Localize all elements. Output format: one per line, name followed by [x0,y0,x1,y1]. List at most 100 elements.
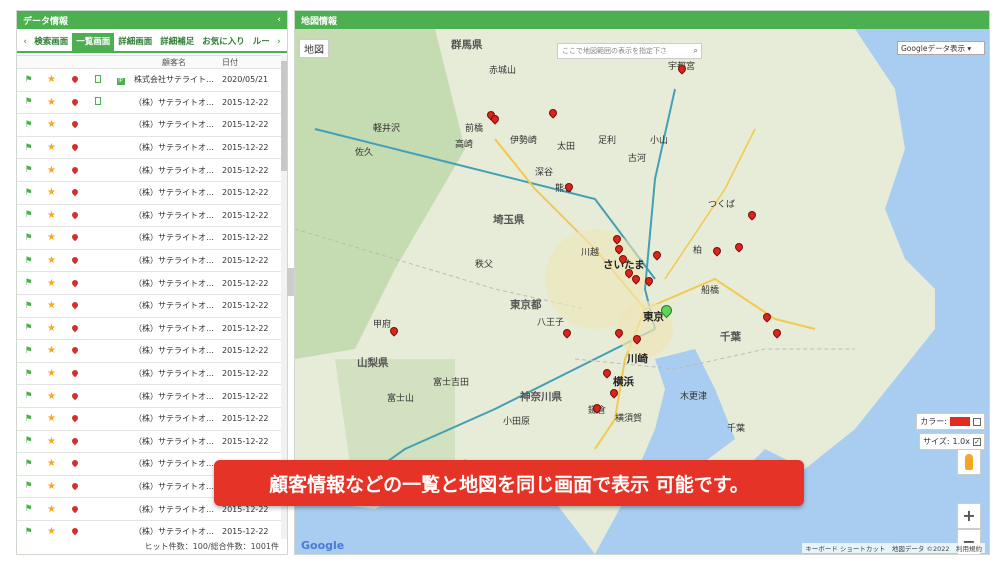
flag-icon[interactable]: ⚑ [24,481,32,491]
star-icon[interactable]: ★ [47,391,56,402]
map-pin-icon[interactable] [70,210,79,220]
map-pin-icon[interactable] [70,97,79,107]
star-icon[interactable]: ★ [47,436,56,447]
star-icon[interactable]: ★ [47,300,56,311]
flag-icon[interactable]: ⚑ [24,165,32,175]
map-pin-icon[interactable] [70,233,79,242]
flag-icon[interactable]: ⚑ [24,527,32,537]
tab-detail-supplement[interactable]: 詳細補足 [156,33,198,51]
flag-icon[interactable]: ⚑ [24,210,32,220]
star-icon[interactable]: ★ [47,413,56,424]
star-icon[interactable]: ★ [47,368,56,379]
table-row[interactable]: ⚑ ★ （株）サテライトオ… 2015-12-22 [17,408,281,431]
map-pin-icon[interactable] [70,436,79,446]
flag-icon[interactable]: ⚑ [24,188,32,198]
star-icon[interactable]: ★ [47,481,56,492]
map-search-input[interactable]: ここで地図範囲の表示を指定下さ ⌕ [557,43,702,59]
map-pin-icon[interactable] [70,300,79,310]
star-icon[interactable]: ★ [47,345,56,356]
flag-icon[interactable]: ⚑ [24,278,32,288]
panel-splitter[interactable] [287,268,294,296]
tab-favorites[interactable]: お気に入り [198,33,249,51]
flag-icon[interactable]: ⚑ [24,414,32,424]
table-row[interactable]: ⚑ ★ （株）サテライトオ… 2015-12-22 [17,137,281,160]
star-icon[interactable]: ★ [47,323,56,334]
size-checkbox[interactable]: ✓ [973,437,981,446]
star-icon[interactable]: ★ [47,142,56,153]
star-icon[interactable]: ★ [47,187,56,198]
map-type-button[interactable]: 地図 [299,39,329,58]
flag-icon[interactable]: ⚑ [24,369,32,379]
star-icon[interactable]: ★ [47,255,56,266]
flag-icon[interactable]: ⚑ [24,323,32,333]
size-select[interactable]: 1.0x [953,437,970,446]
map-pin-icon[interactable] [70,368,79,378]
map-pin-icon[interactable] [70,413,79,423]
table-row[interactable]: ⚑ ★ （株）サテライトオ… 2015-12-22 [17,295,281,318]
star-icon[interactable]: ★ [47,458,56,469]
zoom-in-button[interactable]: + [957,503,981,529]
flag-icon[interactable]: ⚑ [24,301,32,311]
map-pin-icon[interactable] [70,459,79,468]
table-row[interactable]: ⚑ ★ （株）サテライトオ… 2015-12-22 [17,318,281,341]
table-scrollbar-thumb[interactable] [281,61,287,171]
collapse-panel-icon[interactable]: ‹ [277,15,281,25]
table-row[interactable]: ⚑ ★ （株）サテライトオ… 2015-12-22 [17,182,281,205]
flag-icon[interactable]: ⚑ [24,459,32,469]
tab-route[interactable]: ルー [249,33,274,51]
tab-list[interactable]: 一覧画面 [72,33,115,51]
table-row[interactable]: ⚑ ★ （株）サテライトオ… 2015-12-22 [17,431,281,454]
flag-icon[interactable]: ⚑ [24,143,32,153]
column-header-customer[interactable]: 顧客名 [132,57,216,68]
data-display-select[interactable]: Googleデータ表示 ▾ [897,41,985,55]
map-pin-icon[interactable] [70,255,79,265]
table-row[interactable]: ⚑ ★ （株）サテライトオ… 2015-12-22 [17,272,281,295]
pin-color-swatch[interactable] [950,417,970,426]
map-pin-icon[interactable] [70,346,79,355]
star-icon[interactable]: ★ [47,504,56,515]
star-icon[interactable]: ★ [47,165,56,176]
map-pin-icon[interactable] [70,526,79,536]
table-row[interactable]: ⚑ ★ （株）サテライトオ… 2015-12-22 [17,159,281,182]
table-row[interactable]: ⚑ ★ IP 株式会社サテライト… 2020/05/21 [17,69,281,92]
star-icon[interactable]: ★ [47,210,56,221]
table-row[interactable]: ⚑ ★ （株）サテライトオ… 2015-12-22 [17,227,281,250]
street-view-pegman[interactable] [957,449,981,475]
star-icon[interactable]: ★ [47,232,56,243]
flag-icon[interactable]: ⚑ [24,391,32,401]
tab-search[interactable]: 検索画面 [30,33,72,51]
star-icon[interactable]: ★ [47,97,56,108]
column-header-date[interactable]: 日付 [216,57,276,68]
tag-icon[interactable]: IP [116,77,125,85]
table-row[interactable]: ⚑ ★ （株）サテライトオ… 2015-12-22 [17,385,281,408]
star-icon[interactable]: ★ [47,119,56,130]
flag-icon[interactable]: ⚑ [24,75,32,85]
map-pin-icon[interactable] [70,391,79,400]
map-pin-icon[interactable] [70,120,79,129]
tab-prev-icon[interactable]: ‹ [20,37,30,47]
table-row[interactable]: ⚑ ★ （株）サテライトオ… 2015-12-22 [17,92,281,115]
document-icon[interactable] [94,74,101,83]
table-row[interactable]: ⚑ ★ （株）サテライトオ… 2015-12-22 [17,114,281,137]
map-attribution[interactable]: キーボード ショートカット 地図データ ©2022 利用規約 [802,543,985,553]
map-pin-icon[interactable] [70,75,79,84]
map-pin-icon[interactable] [70,278,79,287]
flag-icon[interactable]: ⚑ [24,504,32,514]
document-icon[interactable] [94,97,101,106]
map-pin-icon[interactable] [70,142,79,152]
map-pin-icon[interactable] [70,165,79,174]
search-icon[interactable]: ⌕ [694,46,698,56]
star-icon[interactable]: ★ [47,278,56,289]
tab-detail[interactable]: 詳細画面 [114,33,156,51]
map-pin-icon[interactable] [70,188,79,197]
map-pin-icon[interactable] [70,481,79,491]
table-row[interactable]: ⚑ ★ （株）サテライトオ… 2015-12-22 [17,521,281,539]
flag-icon[interactable]: ⚑ [24,120,32,130]
table-row[interactable]: ⚑ ★ （株）サテライトオ… 2015-12-22 [17,340,281,363]
map-pin-icon[interactable] [70,323,79,333]
table-row[interactable]: ⚑ ★ （株）サテライトオ… 2015-12-22 [17,363,281,386]
flag-icon[interactable]: ⚑ [24,97,32,107]
table-row[interactable]: ⚑ ★ （株）サテライトオ… 2015-12-22 [17,250,281,273]
tab-next-icon[interactable]: › [274,37,284,47]
flag-icon[interactable]: ⚑ [24,436,32,446]
